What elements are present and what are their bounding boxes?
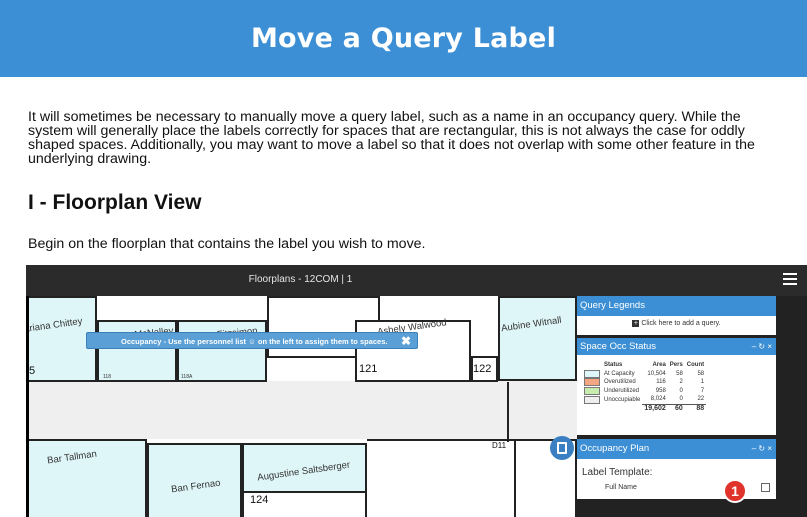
occupancy-banner: Occupancy - Use the personnel list ☺ on … [86, 332, 418, 349]
table-row: At Capacity 10,504 58 58 [582, 369, 706, 379]
section-text: Begin on the floorplan that contains the… [28, 236, 426, 252]
app-titlebar: Floorplans - 12COM | 1 [26, 265, 807, 296]
occupancy-status-table: Status Area Pers Count At Capacity 10,50… [582, 361, 707, 413]
label-template-value: Full Name [605, 484, 637, 491]
step-badge: 1 [723, 479, 747, 503]
room-number: 118 [103, 374, 111, 380]
page-title: Move a Query Label [250, 23, 557, 54]
map-icon[interactable] [550, 436, 574, 460]
close-icon[interactable]: ✖ [401, 333, 411, 350]
app-screenshot: Floorplans - 12COM | 1 Ariana Chittey Ba… [26, 265, 807, 517]
table-row: Underutilized 958 0 7 [582, 386, 706, 396]
floorplan-canvas[interactable]: Ariana Chittey Barny McNalley Baron Fitz… [29, 296, 577, 517]
status-swatch [584, 386, 600, 395]
section-heading: I - Floorplan View [28, 191, 202, 214]
occupancy-banner-text: Occupancy - Use the personnel list ☺ on … [121, 337, 388, 346]
room-number: 122 [473, 363, 492, 375]
room-number: 118A [181, 374, 193, 380]
page-header: Move a Query Label [0, 0, 807, 77]
hamburger-menu-icon[interactable] [783, 273, 797, 288]
add-query-link[interactable]: + Click here to add a query. [577, 320, 776, 327]
query-legends-panel: Query Legends + Click here to add a quer… [577, 296, 776, 335]
plus-icon: + [632, 320, 640, 327]
totals-row: 19,602 60 88 [644, 405, 705, 413]
status-swatch [584, 369, 600, 378]
right-panel: Query Legends + Click here to add a quer… [577, 296, 807, 517]
room-number: 124 [250, 494, 269, 506]
room-aubine[interactable] [498, 296, 577, 381]
intro-paragraph: It will sometimes be necessary to manual… [28, 109, 755, 167]
room-number: D11 [492, 441, 507, 450]
occupancy-plan-header: Occupancy Plan – ↻ × [577, 439, 776, 459]
edit-icon[interactable] [761, 483, 770, 492]
status-swatch [584, 395, 600, 404]
status-swatch [584, 378, 600, 387]
space-occ-status-panel: Space Occ Status – ↻ × Status Area Pers … [577, 338, 776, 435]
panel-controls-icon[interactable]: – ↻ × [752, 338, 772, 355]
app-window-title: Floorplans - 12COM | 1 [248, 274, 353, 285]
hallway [29, 381, 577, 439]
space-occ-status-header: Space Occ Status – ↻ × [577, 338, 776, 355]
room-number: 5 [29, 365, 36, 377]
room-number: 121 [359, 363, 378, 375]
panel-controls-icon[interactable]: – ↻ × [752, 439, 772, 459]
table-row: Overutilized 116 2 1 [582, 378, 706, 387]
table-row: Unoccupiable 8,024 0 22 [582, 395, 707, 405]
query-legends-header: Query Legends [577, 296, 776, 316]
label-template-label: Label Template: [582, 467, 653, 478]
